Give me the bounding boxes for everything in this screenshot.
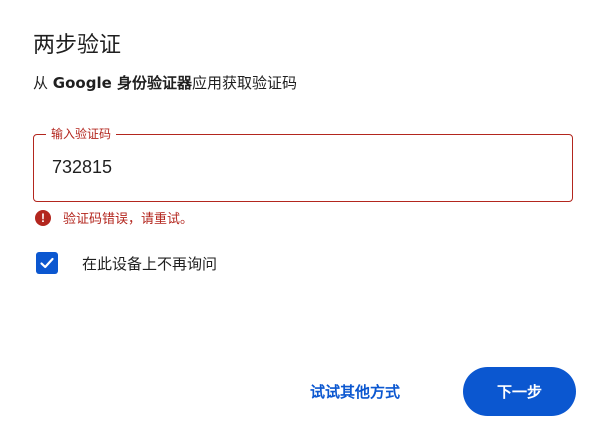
checkmark-icon: [40, 257, 54, 269]
remember-device-checkbox[interactable]: [36, 252, 58, 274]
verification-code-field[interactable]: 输入验证码: [33, 126, 573, 202]
page-title: 两步验证: [33, 33, 122, 58]
verification-code-label: 输入验证码: [46, 126, 117, 142]
subtitle-prefix: 从: [33, 74, 53, 92]
error-icon: !: [35, 209, 51, 226]
remember-device-label[interactable]: 在此设备上不再询问: [82, 253, 217, 274]
next-button[interactable]: 下一步: [463, 367, 576, 416]
error-message: 验证码错误，请重试。: [63, 212, 194, 227]
page-subtitle: 从 Google 身份验证器应用获取验证码: [33, 72, 297, 93]
error-message-row: ! 验证码错误，请重试。: [35, 208, 193, 227]
remember-device-row: 在此设备上不再询问: [36, 252, 217, 274]
verification-code-input[interactable]: [52, 157, 552, 178]
try-another-way-button[interactable]: 试试其他方式: [300, 369, 410, 413]
subtitle-suffix: 应用获取验证码: [191, 74, 297, 92]
subtitle-app-name: Google 身份验证器: [52, 74, 192, 92]
